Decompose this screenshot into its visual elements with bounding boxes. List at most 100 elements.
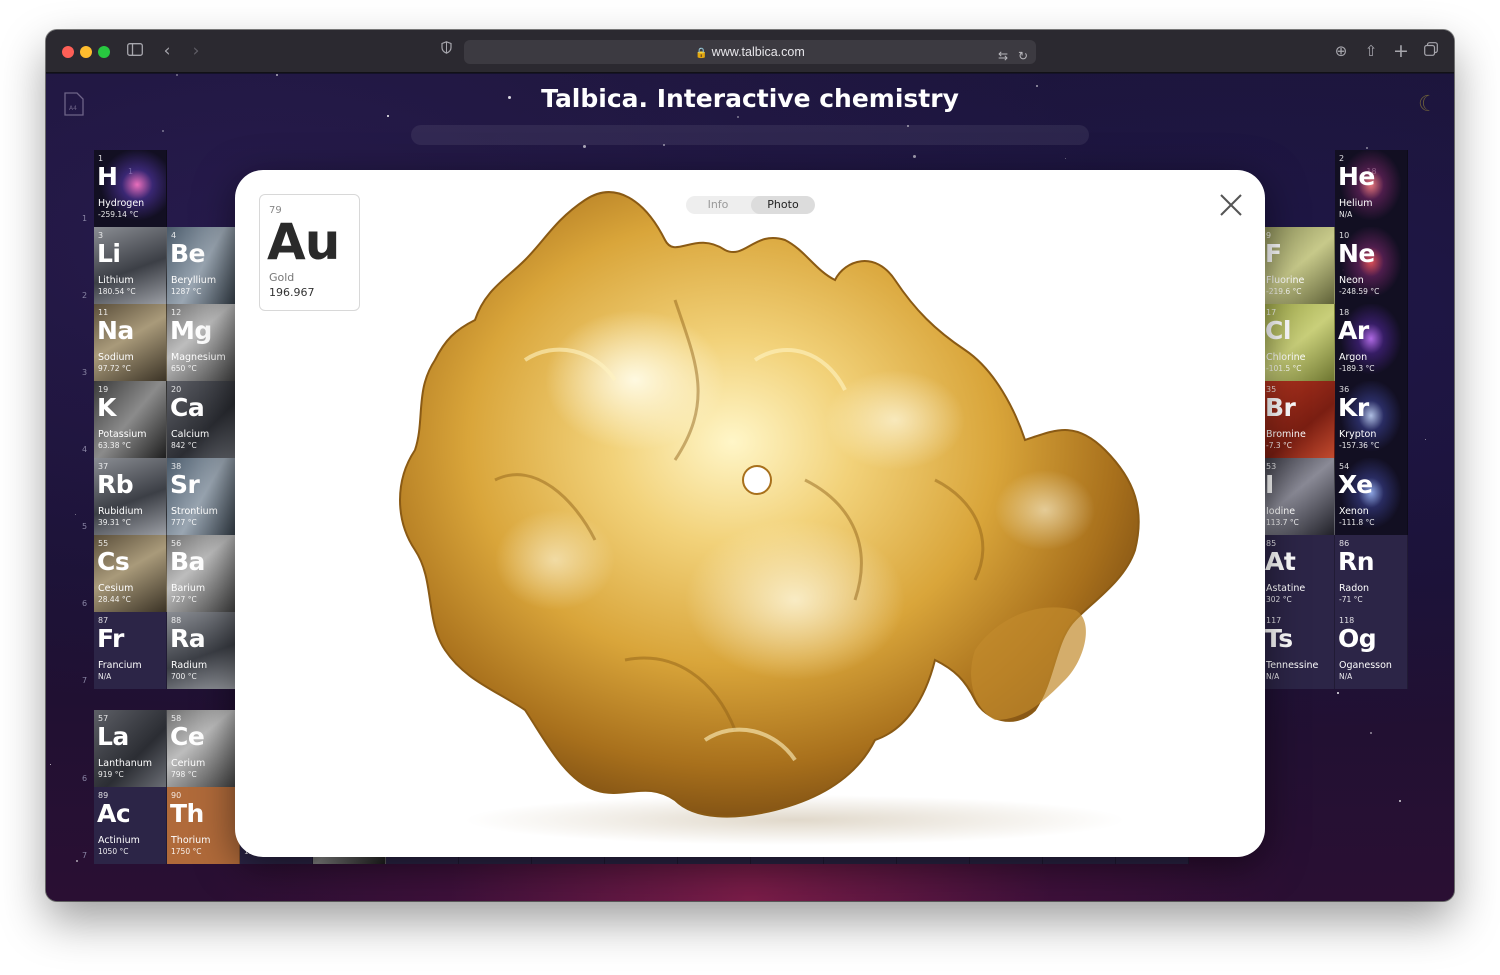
element-tile-astatine[interactable]: 85 At Astatine 302 °C — [1262, 535, 1335, 612]
element-symbol: Ce — [170, 722, 205, 751]
element-tile-xenon[interactable]: 54 Xe Xenon -111.8 °C — [1335, 458, 1408, 535]
element-name: Magnesium — [171, 352, 226, 363]
element-name: Potassium — [98, 429, 147, 440]
element-symbol: Ar — [1338, 316, 1369, 345]
element-tile-strontium[interactable]: 38 Sr Strontium 777 °C — [167, 458, 240, 535]
star — [1366, 147, 1368, 149]
element-name: Iodine — [1266, 506, 1296, 517]
element-symbol: Ts — [1265, 624, 1293, 653]
element-name: Astatine — [1266, 583, 1306, 594]
element-symbol: Li — [97, 239, 121, 268]
element-tile-neon[interactable]: 10 Ne Neon -248.59 °C — [1335, 227, 1408, 304]
search-bar[interactable] — [411, 125, 1089, 145]
element-name: Actinium — [98, 835, 140, 846]
period-label: 6 — [82, 599, 88, 608]
star — [75, 514, 76, 515]
element-tile-argon[interactable]: 18 Ar Argon -189.3 °C — [1335, 304, 1408, 381]
star — [176, 74, 178, 76]
share-icon[interactable]: ⇧ — [1360, 41, 1382, 61]
element-tile-fluorine[interactable]: 9 F Fluorine -219.6 °C — [1262, 227, 1335, 304]
element-symbol: Rn — [1338, 547, 1375, 576]
melting-point: -219.6 °C — [1266, 287, 1302, 296]
element-symbol: Be — [170, 239, 206, 268]
element-tile-potassium[interactable]: 19 K Potassium 63.38 °C — [94, 381, 167, 458]
reload-icon[interactable]: ↻ — [1018, 44, 1028, 68]
new-tab-icon[interactable]: + — [1390, 41, 1412, 61]
gold-nugget-photo — [399, 191, 1140, 845]
download-icon[interactable]: ⊕ — [1330, 41, 1352, 61]
element-name: Barium — [171, 583, 206, 594]
browser-window: ‹ › 🔒 www.talbica.com ⇆ ↻ ⊕ ⇧ + A4 ☾ Talb… — [46, 30, 1454, 901]
element-tile-sodium[interactable]: 11 Na Sodium 97.72 °C — [94, 304, 167, 381]
element-tile-chlorine[interactable]: 17 Cl Chlorine -101.5 °C — [1262, 304, 1335, 381]
element-tile-lanthanum[interactable]: 57 La Lanthanum 919 °C — [94, 710, 167, 787]
element-symbol: F — [1265, 239, 1282, 268]
element-tile-radium[interactable]: 88 Ra Radium 700 °C — [167, 612, 240, 689]
element-symbol: Cs — [97, 547, 130, 576]
back-icon[interactable]: ‹ — [156, 41, 178, 61]
element-tile-tennessine[interactable]: 117 Ts Tennessine N/A — [1262, 612, 1335, 689]
element-tile-actinium[interactable]: 89 Ac Actinium 1050 °C — [94, 787, 167, 864]
element-tile-beryllium[interactable]: 4 Be Beryllium 1287 °C — [167, 227, 240, 304]
element-name: Radium — [171, 660, 208, 671]
element-tile-magnesium[interactable]: 12 Mg Magnesium 650 °C — [167, 304, 240, 381]
star — [76, 860, 78, 862]
element-name: Xenon — [1339, 506, 1369, 517]
star — [583, 145, 586, 148]
lock-icon: 🔒 — [695, 48, 708, 59]
element-name: Sodium — [98, 352, 134, 363]
element-name: Calcium — [171, 429, 210, 440]
translate-icon[interactable]: ⇆ — [998, 44, 1008, 68]
element-tile-krypton[interactable]: 36 Kr Krypton -157.36 °C — [1335, 381, 1408, 458]
element-name: Cerium — [171, 758, 206, 769]
melting-point: 798 °C — [171, 770, 197, 779]
tabs-overview-icon[interactable] — [1420, 41, 1442, 61]
element-symbol: Fr — [97, 624, 124, 653]
browser-titlebar: ‹ › 🔒 www.talbica.com ⇆ ↻ ⊕ ⇧ + — [46, 30, 1454, 73]
element-tile-cesium[interactable]: 55 Cs Cesium 28.44 °C — [94, 535, 167, 612]
star — [1370, 732, 1372, 734]
period-label: 7 — [82, 851, 88, 860]
element-tile-radon[interactable]: 86 Rn Radon -71 °C — [1335, 535, 1408, 612]
element-tile-bromine[interactable]: 35 Br Bromine -7.3 °C — [1262, 381, 1335, 458]
element-tile-helium[interactable]: 2 He Helium N/A — [1335, 150, 1408, 227]
element-tile-barium[interactable]: 56 Ba Barium 727 °C — [167, 535, 240, 612]
element-symbol: Ba — [170, 547, 205, 576]
maximize-window-button[interactable] — [98, 46, 110, 58]
period-label: 1 — [82, 214, 88, 223]
melting-point: -101.5 °C — [1266, 364, 1302, 373]
close-icon[interactable] — [1218, 192, 1244, 218]
melting-point: 180.54 °C — [98, 287, 136, 296]
element-symbol: Na — [97, 316, 134, 345]
element-tile-rubidium[interactable]: 37 Rb Rubidium 39.31 °C — [94, 458, 167, 535]
sidebar-icon[interactable] — [124, 41, 146, 61]
melting-point: -7.3 °C — [1266, 441, 1293, 450]
melting-point: 1050 °C — [98, 847, 129, 856]
element-tile-calcium[interactable]: 20 Ca Calcium 842 °C — [167, 381, 240, 458]
element-tile-hydrogen[interactable]: 1 H Hydrogen -259.14 °C — [94, 150, 167, 227]
page-content: A4 ☾ Talbica. Interactive chemistry 1 2 … — [46, 74, 1454, 901]
element-symbol: Cl — [1265, 316, 1291, 345]
address-bar[interactable]: 🔒 www.talbica.com ⇆ ↻ — [464, 40, 1036, 64]
element-tile-thorium[interactable]: 90 Th Thorium 1750 °C — [167, 787, 240, 864]
minimize-window-button[interactable] — [80, 46, 92, 58]
element-name: Krypton — [1339, 429, 1377, 440]
element-symbol: Ne — [1338, 239, 1375, 268]
element-tile-iodine[interactable]: 53 I Iodine 113.7 °C — [1262, 458, 1335, 535]
element-tile-cerium[interactable]: 58 Ce Cerium 798 °C — [167, 710, 240, 787]
melting-point: -157.36 °C — [1339, 441, 1380, 450]
tab-photo[interactable]: Photo — [751, 196, 815, 214]
view-toggle: Info Photo — [686, 196, 815, 214]
element-symbol: K — [97, 393, 116, 422]
element-tile-oganesson[interactable]: 118 Og Oganesson N/A — [1335, 612, 1408, 689]
close-window-button[interactable] — [62, 46, 74, 58]
forward-icon[interactable]: › — [185, 41, 207, 61]
star — [1399, 800, 1401, 802]
element-symbol: Xe — [1338, 470, 1373, 499]
shield-icon[interactable] — [435, 41, 457, 61]
element-tile-francium[interactable]: 87 Fr Francium N/A — [94, 612, 167, 689]
element-name: Chlorine — [1266, 352, 1306, 363]
element-tile-lithium[interactable]: 3 Li Lithium 180.54 °C — [94, 227, 167, 304]
element-card: 79 Au Gold 196.967 — [259, 194, 360, 311]
tab-info[interactable]: Info — [686, 196, 750, 214]
